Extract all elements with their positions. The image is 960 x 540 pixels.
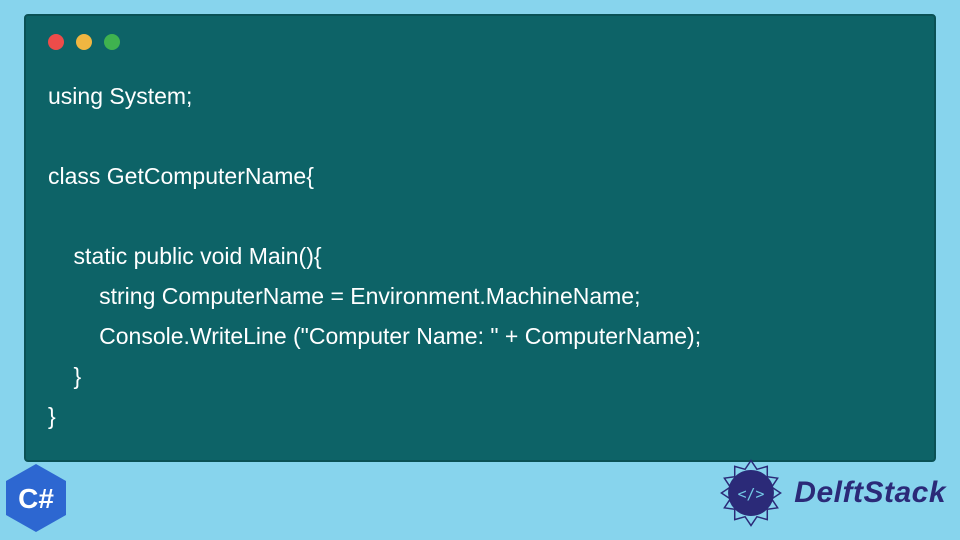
brand-block: </> DelftStack: [714, 456, 946, 530]
csharp-language-icon: C#: [4, 462, 68, 534]
code-window: using System; class GetComputerName{ sta…: [24, 14, 936, 462]
code-block: using System; class GetComputerName{ sta…: [48, 76, 912, 436]
minimize-icon: [76, 34, 92, 50]
delftstack-logo-icon: </>: [714, 456, 788, 530]
svg-text:</>: </>: [738, 486, 765, 503]
close-icon: [48, 34, 64, 50]
csharp-label: C#: [18, 483, 54, 514]
maximize-icon: [104, 34, 120, 50]
brand-name: DelftStack: [794, 476, 946, 510]
window-traffic-lights: [48, 34, 912, 50]
